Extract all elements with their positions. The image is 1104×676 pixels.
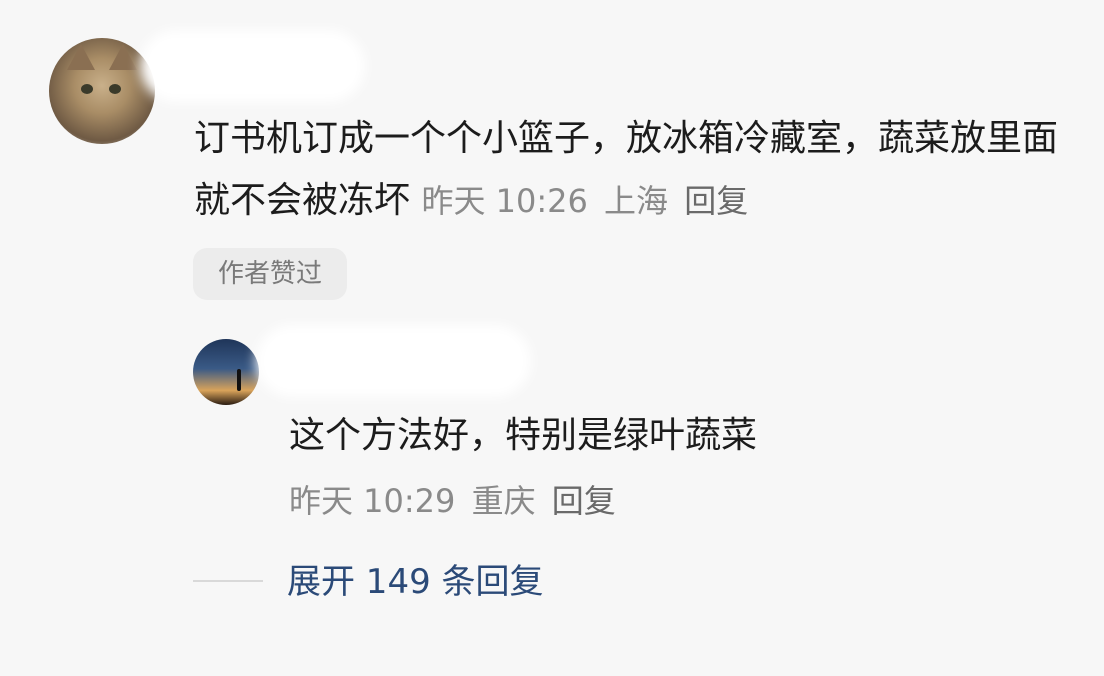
reply-location: 重庆 (471, 482, 536, 520)
silhouette-figure (237, 369, 241, 391)
commenter-avatar[interactable] (49, 38, 155, 144)
author-liked-badge: 作者赞过 (193, 248, 347, 300)
reply-time: 昨天 10:29 (289, 482, 456, 520)
comment-time: 昨天 10:26 (421, 182, 588, 220)
reply-meta: 昨天 10:29 重庆 回复 (289, 476, 622, 526)
replier-avatar[interactable] (193, 339, 259, 405)
reply-body: 这个方法好，特别是绿叶蔬菜 (289, 415, 758, 456)
cat-ear-left (67, 44, 95, 70)
comment-body: 订书机订成一个个小篮子，放冰箱冷藏室，蔬菜放里面就不会被冻坏 昨天 10:26 … (194, 108, 1084, 232)
reply-reply-button[interactable]: 回复 (552, 482, 616, 520)
cat-eye-left (81, 84, 93, 94)
comment-location: 上海 (604, 182, 669, 220)
cat-eye-right (109, 84, 121, 94)
expand-replies-button[interactable]: 展开 149 条回复 (287, 554, 544, 610)
cat-ear-right (109, 44, 137, 70)
comment-reply-button[interactable]: 回复 (684, 182, 748, 220)
comment-meta: 昨天 10:26 上海 回复 (421, 182, 754, 220)
blurred-reply-username (256, 325, 531, 397)
blurred-username (140, 30, 365, 102)
expand-divider (193, 580, 263, 582)
